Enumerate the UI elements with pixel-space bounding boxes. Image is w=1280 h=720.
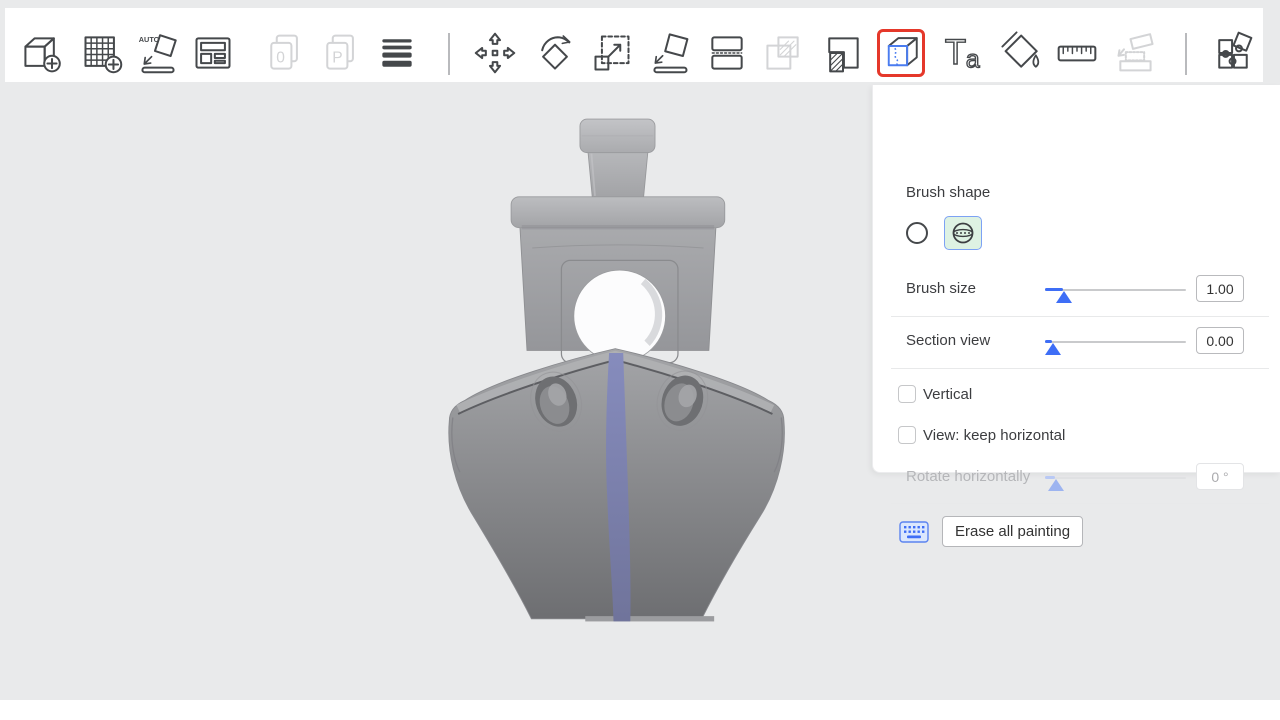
add-object-icon [19,31,63,75]
auto-orient-button[interactable]: AUTO [134,29,182,77]
assembly-button [1111,29,1159,77]
move-button[interactable] [471,29,519,77]
mesh-boolean-button [759,29,807,77]
split-to-parts-button[interactable] [1209,29,1257,77]
brush-size-row: Brush size 1.00 [873,275,1280,305]
erase-all-painting-button[interactable]: Erase all painting [942,516,1083,547]
arrange-button[interactable] [189,29,237,77]
brush-size-slider-thumb[interactable] [1056,291,1072,303]
brush-size-slider[interactable] [1045,275,1186,305]
move-icon [473,31,517,75]
auto-orient-icon: AUTO [136,31,180,75]
seam-painting-panel: Brush shape Brush size 1.00 [872,85,1280,473]
brush-shape-label: Brush shape [906,184,990,201]
variable-layer-height-button[interactable] [373,29,421,77]
rotate-horizontally-value: 0 ° [1196,463,1244,490]
sphere-brush-button[interactable] [944,216,982,250]
keep-horizontal-checkbox-label: View: keep horizontal [923,427,1065,444]
brush-size-value[interactable]: 1.00 [1196,275,1244,302]
keep-horizontal-checkbox-box[interactable] [898,426,916,444]
scale-button[interactable] [588,29,636,77]
section-view-slider[interactable] [1045,327,1186,357]
section-view-row: Section view 0.00 [873,327,1280,357]
circle-brush-button[interactable] [898,216,936,250]
measure-button[interactable] [1053,29,1101,77]
measure-icon [1055,31,1099,75]
rotate-horizontally-row: Rotate horizontally 0 ° [873,463,1280,493]
mesh-boolean-icon [761,31,805,75]
text-tool-icon: Ta [943,31,987,75]
keyboard-shortcut-icon[interactable] [899,521,929,543]
erase-row: Erase all painting [899,516,1083,547]
arrange-icon [191,31,235,75]
seam-painting-icon [880,31,922,75]
brush-shape-options [898,216,982,250]
rotate-icon [533,31,577,75]
split-to-parts-icon [1211,31,1255,75]
vertical-checkbox-label: Vertical [923,386,972,403]
paste-objects-icon: P [319,31,363,75]
copy-objects-button: 0 [261,29,309,77]
toolbar-separator [1185,33,1187,75]
divider [891,368,1269,369]
add-plate-button[interactable] [78,29,126,77]
svg-text:T: T [945,33,966,72]
toolbar-separator [448,33,450,75]
section-view-value[interactable]: 0.00 [1196,327,1244,354]
rotate-horizontally-label: Rotate horizontally [906,468,1030,485]
rotate-horizontally-slider-thumb [1048,479,1064,491]
text-tool-button[interactable]: Ta [941,29,989,77]
lay-on-face-icon [648,31,692,75]
support-painting-icon [821,31,865,75]
add-plate-icon [80,31,124,75]
section-view-label: Section view [906,332,990,349]
keep-horizontal-checkbox[interactable]: View: keep horizontal [898,425,1065,445]
copy-objects-icon: 0 [263,31,307,75]
vertical-checkbox-box[interactable] [898,385,916,403]
rotate-button[interactable] [531,29,579,77]
section-view-slider-thumb[interactable] [1045,343,1061,355]
color-painting-button[interactable] [999,29,1047,77]
divider [891,503,1269,504]
bottom-strip [0,700,1280,720]
toolbar: AUTO 0 P Ta [5,8,1263,82]
seam-painting-button[interactable] [877,29,925,77]
svg-text:0: 0 [276,50,285,67]
color-painting-icon [1001,31,1045,75]
svg-text:P: P [332,50,342,67]
app-window: AUTO 0 P Ta [0,0,1280,720]
svg-text:AUTO: AUTO [139,35,160,44]
svg-text:a: a [966,47,980,74]
sphere-brush-icon [950,221,976,245]
rotate-horizontally-slider [1045,463,1186,493]
scale-icon [590,31,634,75]
split-button[interactable] [703,29,751,77]
lay-on-face-button[interactable] [646,29,694,77]
vertical-checkbox[interactable]: Vertical [898,384,972,404]
brush-size-label: Brush size [906,280,976,297]
divider [891,316,1269,317]
assembly-icon [1113,31,1157,75]
add-object-button[interactable] [17,29,65,77]
variable-layer-height-icon [375,31,419,75]
support-painting-button[interactable] [819,29,867,77]
circle-brush-icon [904,220,930,246]
split-icon [705,31,749,75]
paste-objects-button: P [317,29,365,77]
